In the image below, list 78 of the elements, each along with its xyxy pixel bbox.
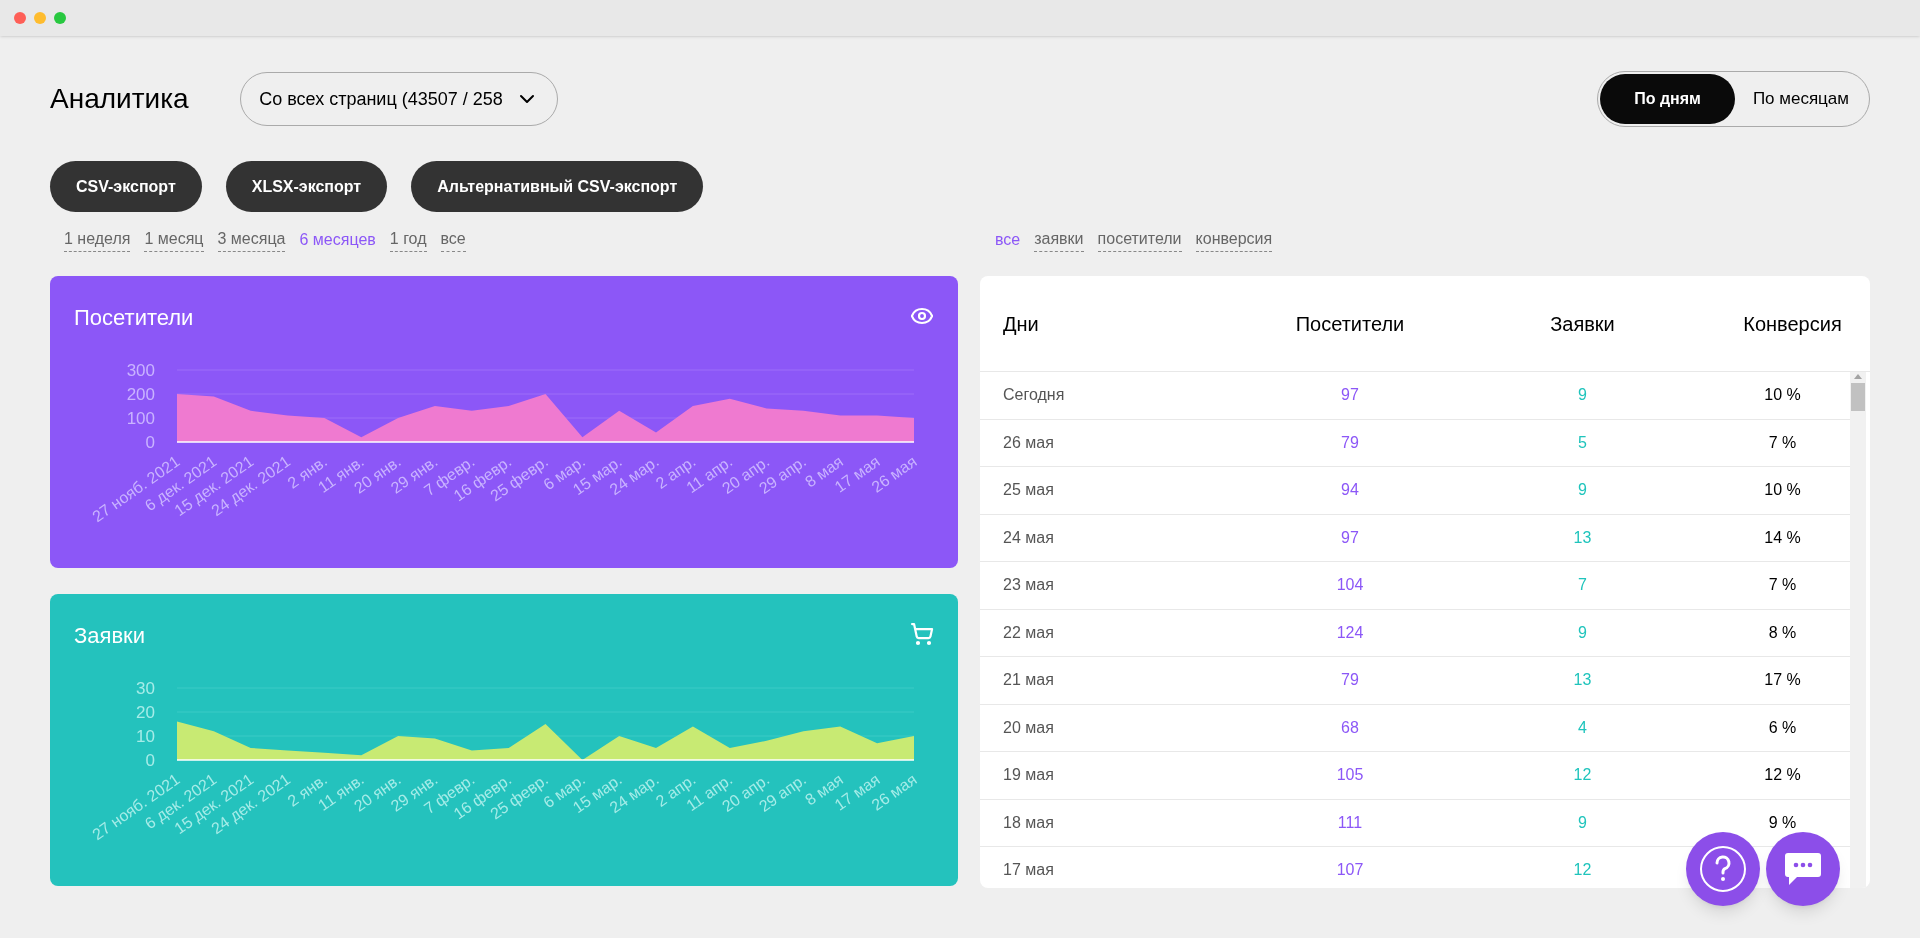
page-title: Аналитика (50, 82, 190, 116)
table-cell-text: 20 мая (1002, 717, 1055, 738)
card-title: Заявки (74, 622, 146, 650)
table-cell-text: Сегодня (1002, 385, 1066, 406)
table-cell-text: 12 % (1763, 765, 1802, 786)
table-cell-text: 107 (1335, 860, 1365, 881)
table-cell-text: 7 (1577, 575, 1588, 596)
column-header: Посетители (1294, 311, 1406, 337)
period-link[interactable]: 6 месяцев (299, 228, 376, 252)
table-cell-text: 97 (1340, 385, 1360, 406)
table-cell-text: 8 % (1767, 622, 1798, 643)
question-mark-icon (1699, 845, 1747, 893)
table-cell-text: 79 (1340, 432, 1360, 453)
export-button[interactable]: XLSX-экспорт (225, 161, 388, 212)
period-link[interactable]: 1 неделя (64, 228, 131, 252)
filter-link[interactable]: все (995, 228, 1021, 252)
table-cell-text: 9 % (1767, 812, 1798, 833)
scrollbar-thumb[interactable] (1851, 383, 1865, 411)
y-tick-label: 10 (136, 727, 155, 746)
scroll-up-arrow-icon[interactable] (1854, 374, 1862, 379)
period-link[interactable]: все (440, 228, 466, 252)
table-cell-text: 9 (1577, 622, 1588, 643)
column-header: Дни (1002, 311, 1040, 337)
table-cell-text: 22 мая (1002, 622, 1055, 643)
y-tick-label: 200 (126, 385, 155, 404)
y-tick-label: 0 (145, 433, 155, 452)
y-tick-label: 300 (126, 361, 155, 380)
view-toggle-option[interactable]: По дням (1600, 74, 1735, 124)
table-cell-text: 94 (1340, 480, 1360, 501)
column-header: Конверсия (1742, 311, 1843, 337)
table-cell-text: 7 % (1767, 432, 1798, 453)
export-button[interactable]: Альтернативный CSV-экспорт (411, 161, 704, 212)
table-cell-text: 9 (1577, 480, 1588, 501)
table-cell-text: 9 (1577, 812, 1588, 833)
table-cell-text: 9 (1577, 385, 1588, 406)
table-cell-text: 12 (1572, 860, 1593, 881)
column-header: Заявки (1549, 311, 1616, 337)
table-cell-text: 68 (1340, 717, 1360, 738)
table-cell-text: 5 (1577, 432, 1588, 453)
filter-link[interactable]: заявки (1034, 228, 1084, 252)
table-cell-text: 21 мая (1002, 670, 1055, 691)
table-cell-text: 23 мая (1002, 575, 1055, 596)
y-tick-label: 0 (145, 751, 155, 770)
table-cell-text: 10 % (1763, 480, 1802, 501)
table-cell-text: 18 мая (1002, 812, 1055, 833)
table-cell-text: 13 (1572, 670, 1593, 691)
export-button[interactable]: CSV-экспорт (50, 161, 202, 212)
filter-link[interactable]: посетители (1097, 228, 1182, 252)
y-tick-label: 30 (136, 679, 155, 698)
table-cell-text: 13 (1572, 527, 1593, 548)
table-cell-text: 10 % (1763, 385, 1802, 406)
table-cell-text: 25 мая (1002, 480, 1055, 501)
chat-bubble-icon (1784, 851, 1822, 887)
filter-link[interactable]: конверсия (1195, 228, 1273, 252)
table-cell-text: 104 (1335, 575, 1365, 596)
table-cell-text: 4 (1577, 717, 1588, 738)
table-cell-text: 19 мая (1002, 765, 1055, 786)
table-cell-text: 6 % (1767, 717, 1798, 738)
table-cell-text: 14 % (1763, 527, 1802, 548)
card-title: Посетители (74, 304, 194, 332)
cart-icon (910, 622, 934, 646)
y-tick-label: 20 (136, 703, 155, 722)
period-link[interactable]: 3 месяца (217, 228, 286, 252)
period-link[interactable]: 1 месяц (144, 228, 204, 252)
table-cell-text: 79 (1340, 670, 1360, 691)
period-link[interactable]: 1 год (389, 228, 427, 252)
view-toggle-option[interactable]: По месяцам (1734, 74, 1867, 124)
table-cell-text: 24 мая (1002, 527, 1055, 548)
table-cell-text: 7 % (1767, 575, 1798, 596)
table-cell-text: 111 (1336, 812, 1364, 833)
table-cell-text: 105 (1335, 765, 1365, 786)
table-cell-text: 17 мая (1002, 860, 1055, 881)
table-cell-text: 17 % (1763, 670, 1802, 691)
table-cell-text: 124 (1335, 622, 1365, 643)
table-cell-text: 26 мая (1002, 432, 1055, 453)
table-cell-text: 12 (1572, 765, 1593, 786)
y-tick-label: 100 (126, 409, 155, 428)
table-cell-text: 97 (1340, 527, 1360, 548)
